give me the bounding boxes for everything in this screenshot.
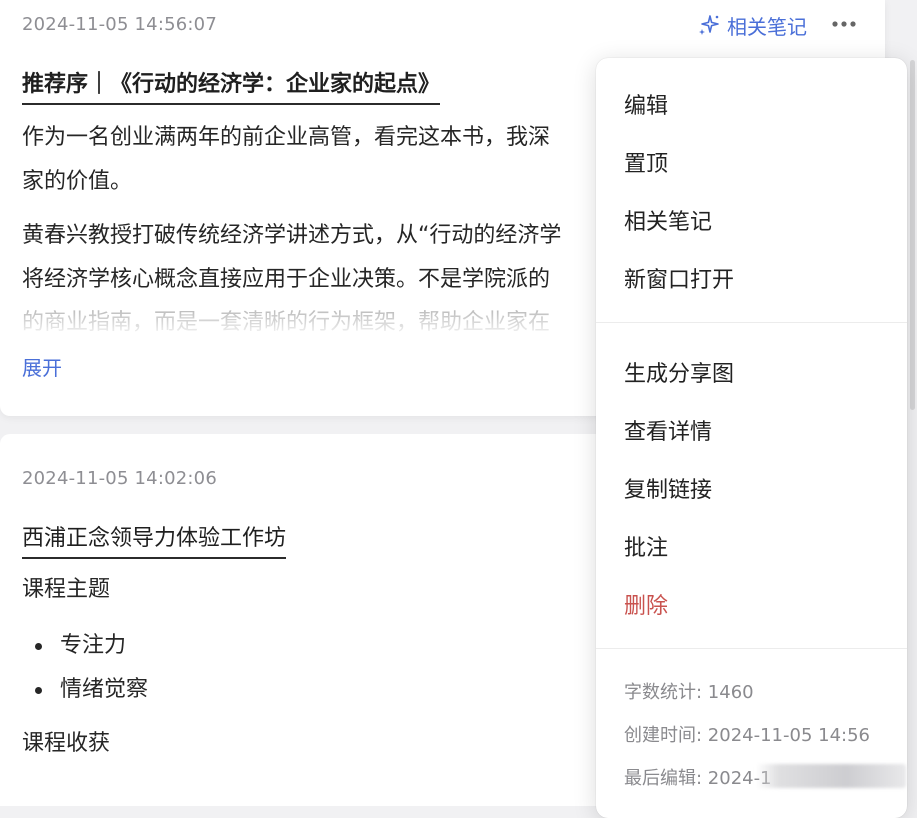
- menu-item-pin[interactable]: 置顶: [624, 146, 668, 178]
- bullet-list: 专注力 情绪觉察: [22, 624, 148, 712]
- note-title[interactable]: 西浦正念领导力体验工作坊: [22, 520, 287, 559]
- menu-item-view-details[interactable]: 查看详情: [624, 414, 712, 446]
- menu-divider: [596, 322, 907, 323]
- menu-item-related-notes[interactable]: 相关笔记: [624, 204, 712, 236]
- related-notes-button[interactable]: 相关笔记: [697, 11, 807, 39]
- context-menu: 编辑 置顶 相关笔记 新窗口打开 生成分享图 查看详情 复制链接 批注 删除 字…: [596, 58, 907, 818]
- more-options-button[interactable]: [828, 12, 860, 36]
- menu-item-share-image[interactable]: 生成分享图: [624, 356, 734, 388]
- menu-divider: [596, 648, 907, 649]
- note-timestamp: 2024-11-05 14:56:07: [22, 14, 217, 35]
- word-count: 字数统计: 1460: [624, 682, 754, 703]
- scrollbar-thumb[interactable]: [910, 60, 915, 410]
- note-title[interactable]: 推荐序｜《行动的经济学：企业家的起点》: [22, 66, 441, 105]
- menu-item-annotate[interactable]: 批注: [624, 530, 668, 562]
- sparkle-icon: [697, 13, 721, 37]
- menu-item-edit[interactable]: 编辑: [624, 88, 668, 120]
- watermark-overlay: [756, 764, 906, 788]
- expand-link[interactable]: 展开: [22, 352, 62, 381]
- last-edited-time: 最后编辑: 2024-1: [624, 768, 772, 789]
- more-dots-icon: [831, 20, 857, 28]
- related-notes-label: 相关笔记: [727, 14, 807, 39]
- menu-item-copy-link[interactable]: 复制链接: [624, 472, 712, 504]
- note-timestamp: 2024-11-05 14:02:06: [22, 468, 217, 489]
- list-item: 专注力: [22, 624, 148, 668]
- menu-item-delete[interactable]: 删除: [624, 588, 668, 620]
- list-item: 情绪觉察: [22, 668, 148, 712]
- created-time: 创建时间: 2024-11-05 14:56: [624, 725, 870, 746]
- menu-item-open-new-window[interactable]: 新窗口打开: [624, 262, 734, 294]
